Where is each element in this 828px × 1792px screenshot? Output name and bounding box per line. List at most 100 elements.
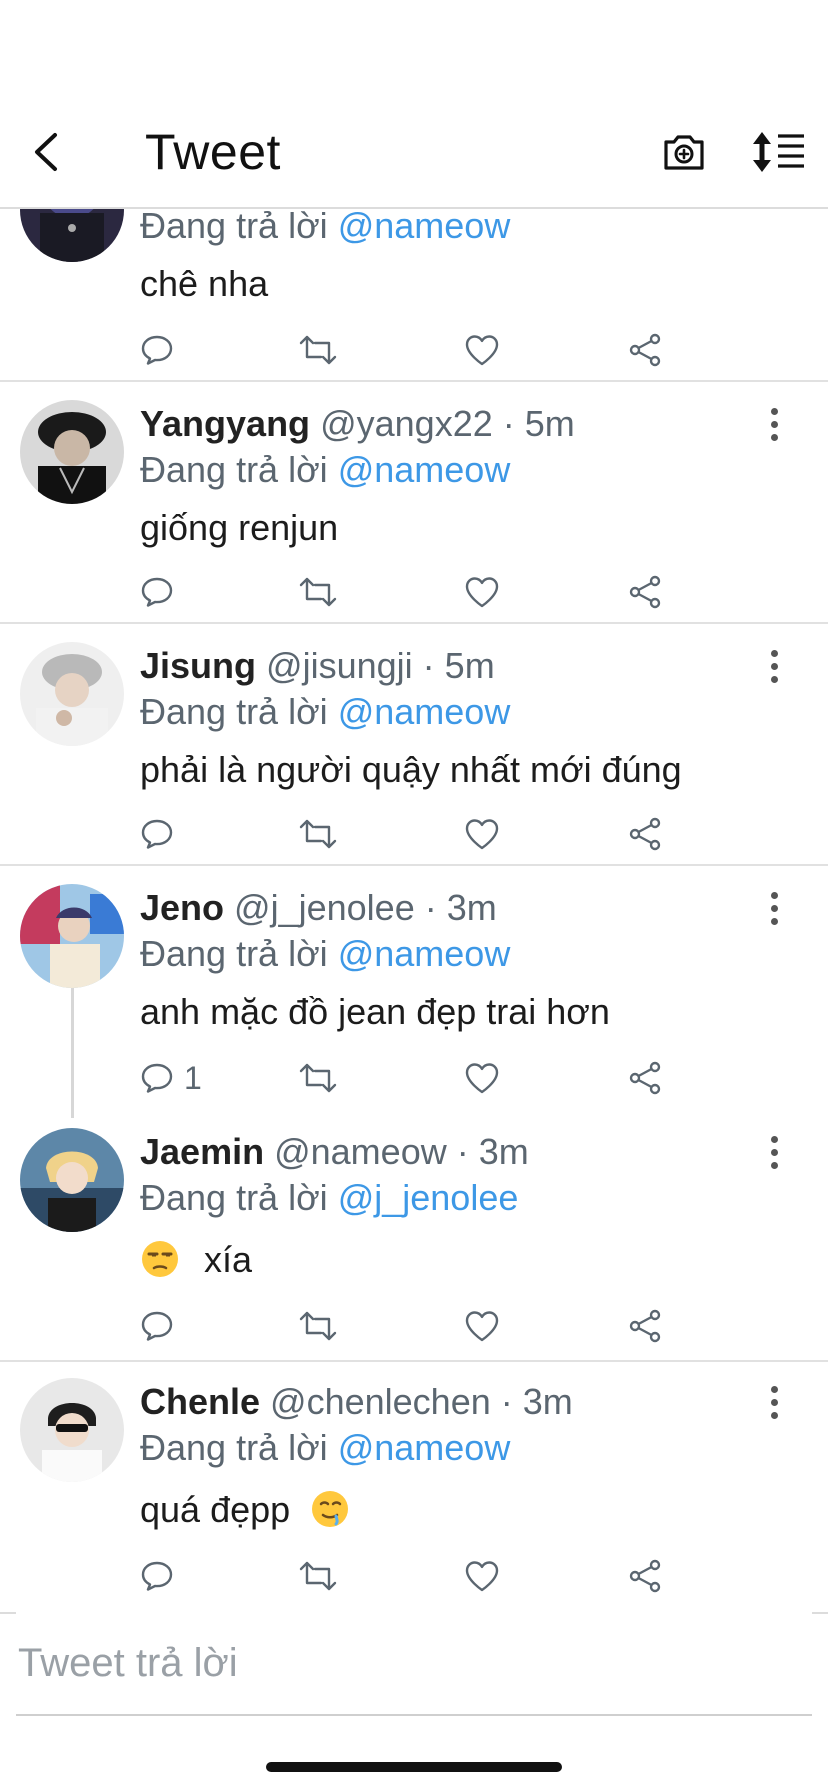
display-name[interactable]: Jisung — [140, 645, 256, 686]
avatar[interactable] — [20, 400, 124, 504]
more-dot — [770, 407, 778, 415]
retweet-button[interactable] — [298, 1306, 338, 1346]
tweet-item[interactable]: Jeno @j_jenolee · 3m Đang trả lời @nameo… — [0, 866, 828, 1118]
heart-icon — [465, 1561, 499, 1592]
mention-link[interactable]: @nameow — [338, 1427, 511, 1468]
share-icon — [629, 1559, 661, 1593]
retweet-button[interactable] — [298, 1556, 338, 1596]
avatar[interactable] — [20, 1378, 124, 1482]
replying-to: Đang trả lời @nameow — [140, 933, 511, 974]
more-dot — [770, 675, 778, 683]
username[interactable]: @nameow — [274, 1131, 447, 1172]
sort-button[interactable] — [752, 128, 808, 176]
tweet-item[interactable]: Jisung @jisungji · 5m Đang trả lời @name… — [0, 624, 828, 866]
timestamp: 5m — [444, 645, 495, 686]
mention-link[interactable]: @j_jenolee — [338, 1177, 519, 1218]
tweet-text: phải là người quậy nhất mới đúng — [140, 749, 682, 790]
tweet-text: quá đẹpp — [140, 1488, 350, 1532]
more-options-button[interactable] — [760, 1132, 788, 1172]
reply-icon — [141, 577, 173, 607]
more-options-button[interactable] — [760, 888, 788, 928]
mention-link[interactable]: @nameow — [338, 691, 511, 732]
avatar[interactable] — [20, 642, 124, 746]
heart-icon — [465, 819, 499, 850]
reply-button[interactable]: 1 — [140, 1058, 202, 1098]
username[interactable]: @chenlechen — [270, 1381, 491, 1422]
separator-dot: · — [422, 645, 435, 686]
share-button[interactable] — [628, 572, 662, 612]
like-button[interactable] — [464, 330, 500, 370]
avatar[interactable] — [20, 1128, 124, 1232]
share-button[interactable] — [628, 1306, 662, 1346]
reply-button[interactable] — [140, 1556, 174, 1596]
retweet-button[interactable] — [298, 1058, 338, 1098]
share-icon — [629, 1309, 661, 1343]
retweet-button[interactable] — [298, 330, 338, 370]
separator-dot: · — [456, 1131, 469, 1172]
like-button[interactable] — [464, 1306, 500, 1346]
like-button[interactable] — [464, 1058, 500, 1098]
more-dot — [770, 649, 778, 657]
like-button[interactable] — [464, 572, 500, 612]
display-name[interactable]: Chenle — [140, 1381, 260, 1422]
tweet-item[interactable]: Chenle @chenlechen · 3m Đang trả lời @na… — [0, 1362, 828, 1612]
display-name[interactable]: Yangyang — [140, 403, 310, 444]
like-button[interactable] — [464, 814, 500, 854]
reply-button[interactable] — [140, 814, 174, 854]
tweet-text: anh mặc đồ jean đẹp trai hơn — [140, 991, 610, 1032]
reply-composer — [16, 1612, 812, 1716]
more-dot — [770, 891, 778, 899]
retweet-button[interactable] — [298, 814, 338, 854]
reply-icon — [141, 335, 173, 365]
display-name[interactable]: Jaemin — [140, 1131, 264, 1172]
sort-list-icon — [753, 132, 804, 172]
share-button[interactable] — [628, 1556, 662, 1596]
reply-button[interactable] — [140, 330, 174, 370]
tweet-actions — [140, 1306, 700, 1346]
camera-button[interactable] — [660, 128, 708, 176]
heart-icon — [465, 1063, 499, 1094]
share-button[interactable] — [628, 330, 662, 370]
share-icon — [629, 1061, 661, 1095]
tweet-actions — [140, 572, 700, 612]
tweet-header: Jeno @j_jenolee · 3m — [140, 886, 497, 930]
more-options-button[interactable] — [760, 646, 788, 686]
tweet-actions — [140, 330, 700, 370]
home-indicator[interactable] — [266, 1762, 562, 1772]
tweet-item[interactable]: Jaemin @nameow · 3m Đang trả lời @j_jeno… — [0, 1110, 828, 1362]
reply-icon — [141, 819, 173, 849]
username[interactable]: @j_jenolee — [234, 887, 415, 928]
tweet-item[interactable]: Yangyang @yangx22 · 5m Đang trả lời @nam… — [0, 382, 828, 624]
more-dot — [770, 420, 778, 428]
mention-link[interactable]: @nameow — [338, 933, 511, 974]
tweet-header: Jisung @jisungji · 5m — [140, 644, 495, 688]
tweet-text: giống renjun — [140, 507, 339, 548]
reply-count: 1 — [184, 1059, 202, 1096]
more-dot — [770, 662, 778, 670]
reply-button[interactable] — [140, 1306, 174, 1346]
share-icon — [629, 817, 661, 851]
reply-input[interactable] — [16, 1612, 812, 1714]
drooling-face-emoji — [312, 1491, 349, 1528]
username[interactable]: @jisungji — [266, 645, 413, 686]
retweet-button[interactable] — [298, 572, 338, 612]
like-button[interactable] — [464, 1556, 500, 1596]
mention-link[interactable]: @nameow — [338, 449, 511, 490]
display-name[interactable]: Jeno — [140, 887, 224, 928]
more-dot — [770, 1161, 778, 1169]
mention-link[interactable]: @nameow — [338, 205, 511, 246]
share-button[interactable] — [628, 1058, 662, 1098]
more-options-button[interactable] — [760, 404, 788, 444]
tweet-actions — [140, 814, 700, 854]
separator-dot: · — [502, 403, 515, 444]
avatar[interactable] — [20, 884, 124, 988]
separator-dot: · — [500, 1381, 513, 1422]
share-button[interactable] — [628, 814, 662, 854]
top-nav-bar: Tweet — [0, 0, 828, 209]
username[interactable]: @yangx22 — [320, 403, 493, 444]
more-options-button[interactable] — [760, 1382, 788, 1422]
timestamp: 3m — [478, 1131, 529, 1172]
reply-button[interactable] — [140, 572, 174, 612]
more-dot — [770, 1148, 778, 1156]
back-button[interactable] — [24, 124, 68, 180]
